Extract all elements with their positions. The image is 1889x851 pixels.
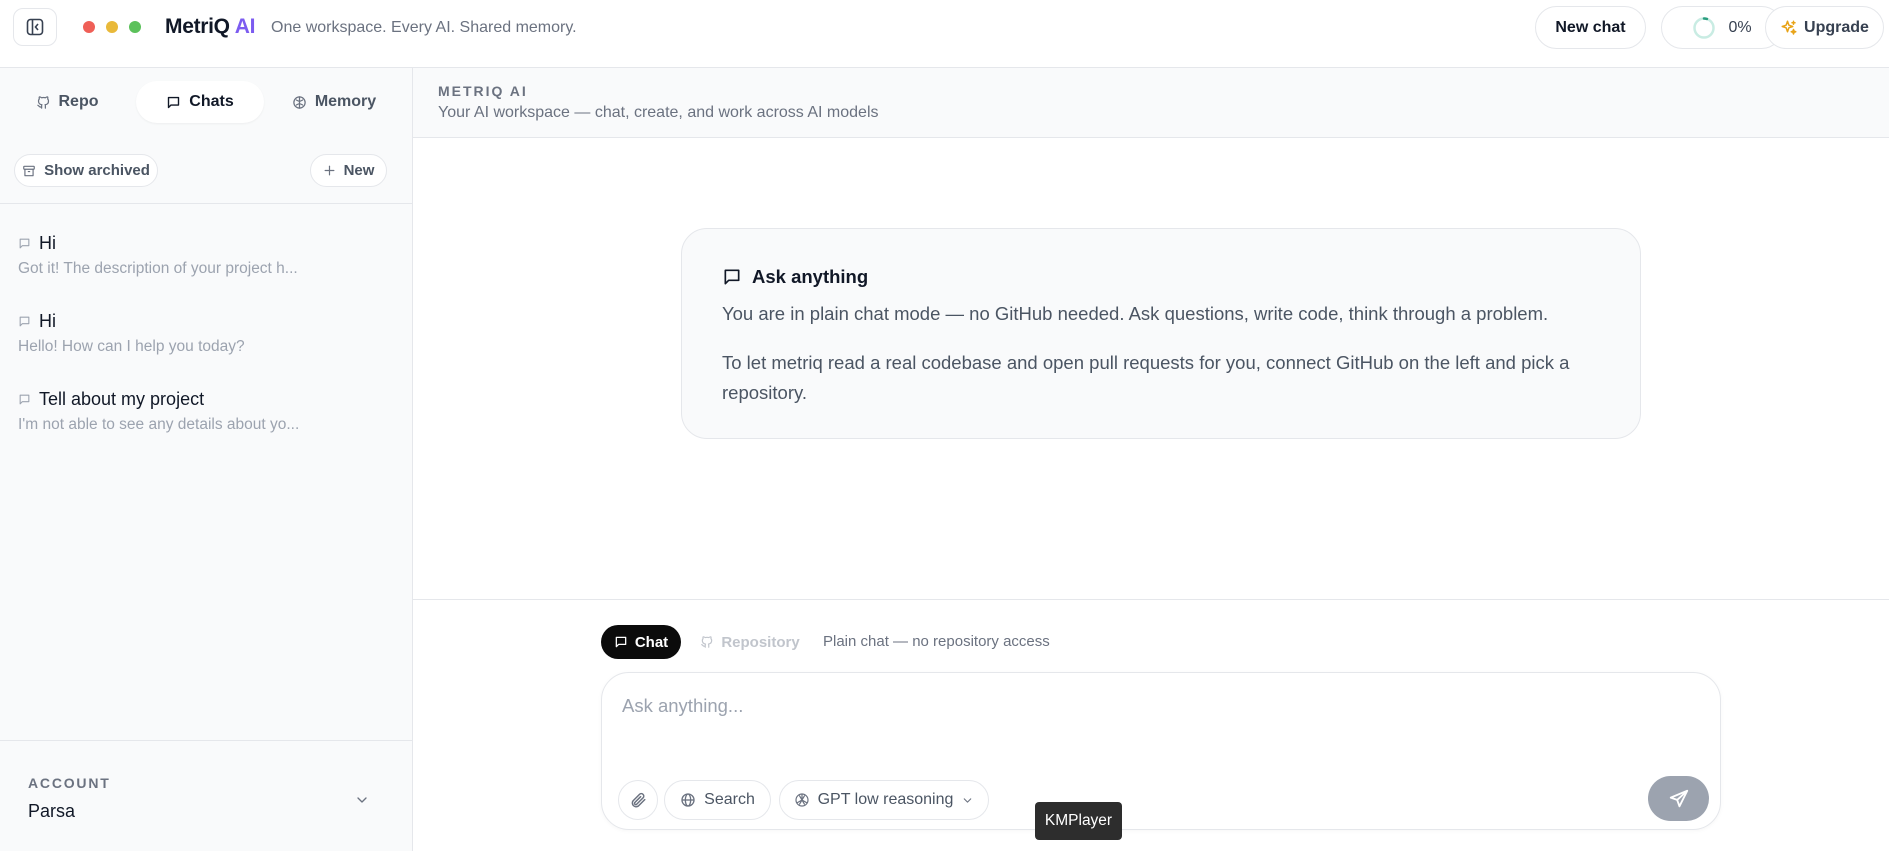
chat-list-item[interactable]: Hi Got it! The description of your proje… <box>0 233 412 293</box>
upgrade-button[interactable]: Upgrade <box>1765 6 1884 49</box>
account-label: ACCOUNT <box>28 775 111 791</box>
send-icon <box>1669 789 1688 807</box>
mode-repository-label: Repository <box>721 633 800 651</box>
app-tagline: One workspace. Every AI. Shared memory. <box>271 19 577 36</box>
chat-bubble-icon <box>168 96 180 108</box>
web-search-button[interactable]: Search <box>664 780 771 820</box>
sparkle-icon <box>1781 20 1797 35</box>
chat-list-item[interactable]: Tell about my project I'm not able to se… <box>0 389 412 449</box>
chat-bubble-icon <box>615 636 627 648</box>
chat-title: Tell about my project <box>39 389 205 409</box>
new-label: New <box>343 162 375 179</box>
workspace-subtitle: Your AI workspace — chat, create, and wo… <box>438 104 879 121</box>
card-title: Ask anything <box>752 266 869 287</box>
sidebar-collapse-icon <box>26 18 44 36</box>
tab-repo[interactable]: Repo <box>22 81 112 123</box>
card-paragraph: You are in plain chat mode — no GitHub n… <box>722 303 1549 324</box>
sidebar-divider <box>0 203 412 204</box>
taskbar-tooltip: KMPlayer <box>1035 802 1122 840</box>
new-chat-label: New chat <box>1555 18 1626 36</box>
archive-icon <box>23 165 35 176</box>
account-divider <box>0 740 412 741</box>
sidebar-toggle-button[interactable] <box>13 8 57 46</box>
chat-bubble-icon <box>19 238 30 249</box>
usage-percent: 0% <box>1728 18 1752 36</box>
model-label: GPT low reasoning <box>817 791 954 808</box>
tab-memory[interactable]: Memory <box>283 81 385 123</box>
github-icon <box>36 95 49 109</box>
mode-description: Plain chat — no repository access <box>823 633 1050 650</box>
attach-button[interactable] <box>618 780 658 820</box>
paperclip-icon <box>631 792 646 808</box>
github-icon <box>701 636 713 648</box>
window-maximize-dot[interactable] <box>129 21 141 33</box>
new-chat-sidebar-button[interactable]: New <box>310 154 387 187</box>
openai-icon <box>795 793 809 807</box>
ask-anything-card: Ask anything You are in plain chat mode … <box>681 228 1641 439</box>
tab-memory-label: Memory <box>314 93 377 110</box>
main-header: METRIQ AI Your AI workspace — chat, crea… <box>413 68 1889 138</box>
chat-preview: Got it! The description of your project … <box>18 260 298 277</box>
brand-name: MetriQ <box>165 15 230 38</box>
plus-icon <box>324 165 335 176</box>
show-archived-button[interactable]: Show archived <box>14 154 158 187</box>
message-input[interactable] <box>622 691 1622 721</box>
chevron-down-icon[interactable] <box>354 792 370 808</box>
tab-chats-label: Chats <box>189 93 234 110</box>
chat-bubble-icon <box>19 394 30 405</box>
chat-preview: Hello! How can I help you today? <box>18 338 245 355</box>
tab-chats[interactable]: Chats <box>136 81 264 123</box>
chat-bubble-icon <box>19 316 30 327</box>
window-close-dot[interactable] <box>83 21 95 33</box>
card-paragraph: To let metriq read a real codebase and o… <box>722 352 1570 403</box>
mode-chat-button[interactable]: Chat <box>601 625 681 659</box>
globe-icon <box>681 793 695 807</box>
usage-ring-icon <box>1693 16 1716 39</box>
upgrade-label: Upgrade <box>1804 18 1869 36</box>
chat-preview: I'm not able to see any details about yo… <box>18 416 300 433</box>
show-archived-label: Show archived <box>44 162 150 179</box>
window-minimize-dot[interactable] <box>106 21 118 33</box>
composer-divider <box>413 599 1889 600</box>
chat-title: Hi <box>39 233 56 253</box>
chat-title: Hi <box>39 311 56 331</box>
top-bar: MetriQ AI One workspace. Every AI. Shared… <box>0 0 1889 68</box>
model-selector[interactable]: GPT low reasoning <box>779 780 989 820</box>
search-label: Search <box>704 791 755 808</box>
tooltip-text: KMPlayer <box>1044 812 1113 829</box>
account-name[interactable]: Parsa <box>28 801 75 822</box>
brand-logo: MetriQ AI <box>165 15 255 39</box>
sidebar: Repo Chats Memory Show archived New Hi G… <box>0 68 413 851</box>
mode-repository-button[interactable]: Repository <box>691 625 809 659</box>
new-chat-button[interactable]: New chat <box>1535 6 1646 49</box>
chat-bubble-icon <box>724 269 740 285</box>
send-button[interactable] <box>1648 776 1709 821</box>
chat-list-item[interactable]: Hi Hello! How can I help you today? <box>0 311 412 371</box>
brand-accent: AI <box>234 15 256 38</box>
mode-chat-label: Chat <box>634 633 669 651</box>
message-composer: Search GPT low reasoning <box>601 672 1721 830</box>
tab-repo-label: Repo <box>58 93 99 110</box>
workspace-label: METRIQ AI <box>438 83 528 99</box>
chevron-down-icon <box>964 797 972 803</box>
brain-icon <box>293 95 306 109</box>
